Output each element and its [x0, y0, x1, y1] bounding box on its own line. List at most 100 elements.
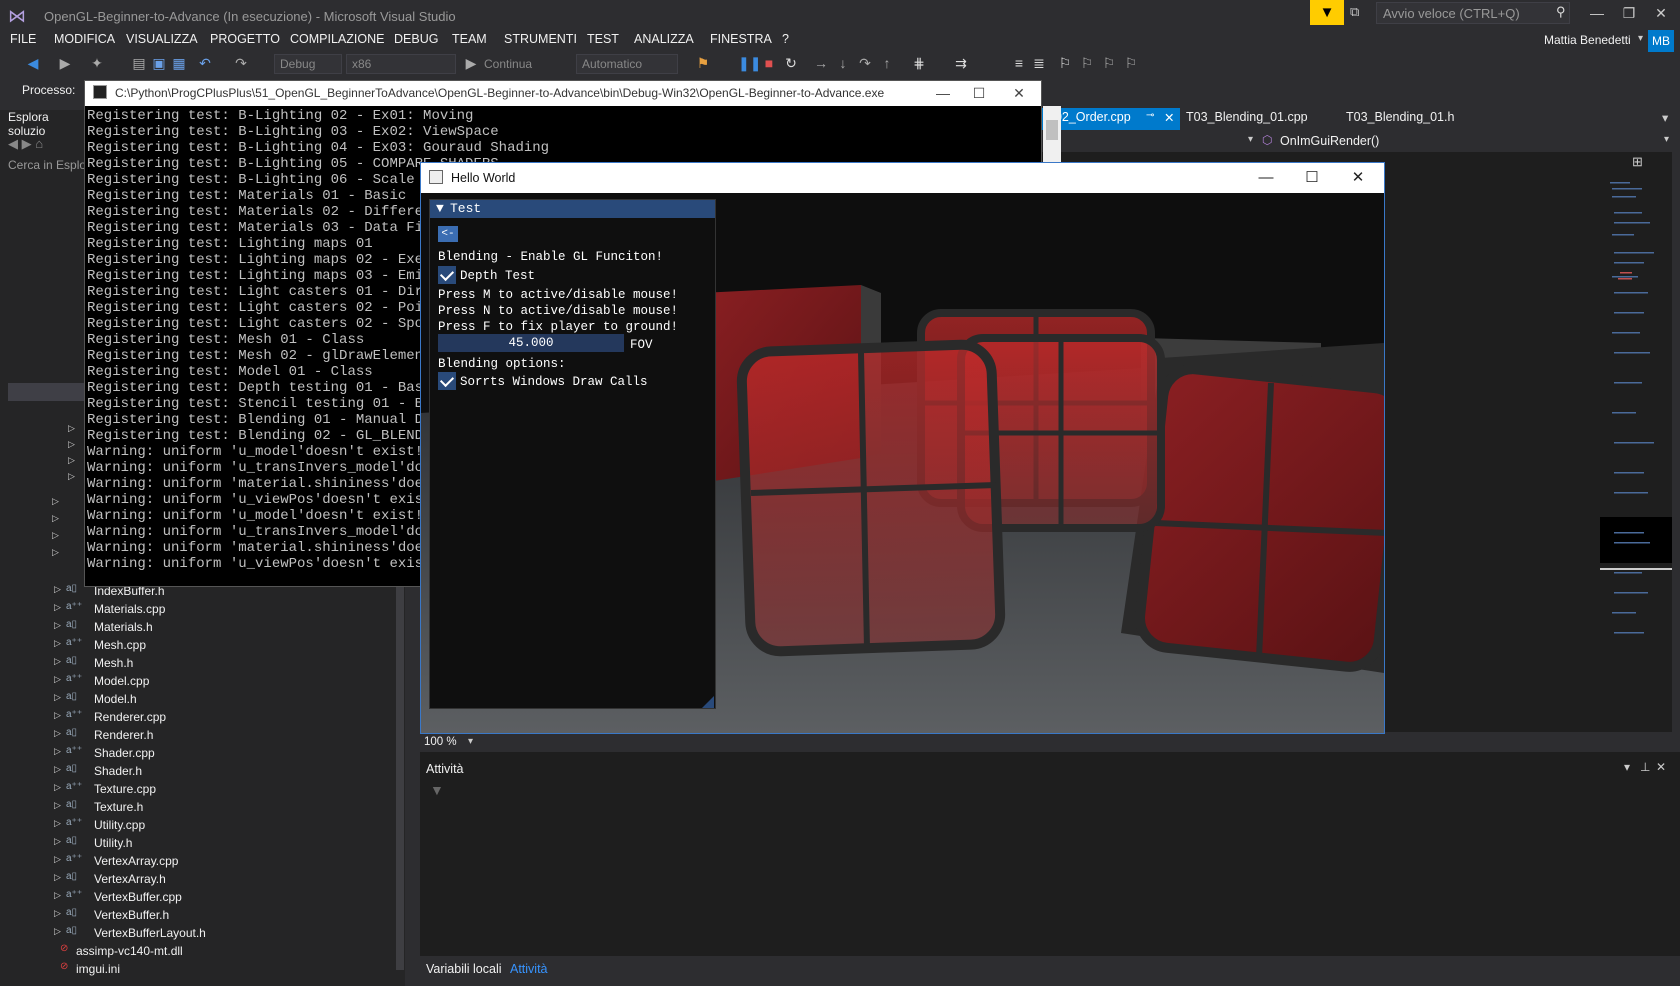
chevron-right-icon[interactable]: ▷	[54, 584, 61, 595]
chevron-right-icon[interactable]: ▷	[54, 728, 61, 739]
hello-close-button[interactable]: ✕	[1335, 163, 1381, 193]
chevron-right-icon[interactable]: ▷	[54, 692, 61, 703]
chevron-down-icon[interactable]: ▾	[468, 736, 473, 747]
menu-file[interactable]: FILE	[10, 32, 36, 46]
chevron-right-icon[interactable]: ▷	[54, 926, 61, 937]
show-next-statement-icon[interactable]: →	[812, 55, 830, 71]
close-button[interactable]: ✕	[1644, 0, 1678, 26]
solution-search-input[interactable]: Cerca in Esplo	[8, 158, 88, 178]
list-item[interactable]: ▷ a⁺⁺ Renderer.cpp	[0, 708, 400, 726]
list-item[interactable]: ▷ a▯ VertexArray.h	[0, 870, 400, 888]
list-item[interactable]: ▷ a⁺⁺ VertexArray.cpp	[0, 852, 400, 870]
uncomment-icon[interactable]: ≣	[1030, 55, 1048, 72]
hello-world-window[interactable]: Hello World — ☐ ✕ ▼ Test <- Blending - E…	[420, 162, 1385, 734]
step-out-icon[interactable]: ↑	[878, 55, 896, 71]
menu-test[interactable]: TEST	[587, 32, 619, 46]
console-close-button[interactable]: ✕	[997, 81, 1041, 106]
panel-close-icon[interactable]: ✕	[1656, 760, 1666, 774]
list-item[interactable]: ▷ a⁺⁺ Texture.cpp	[0, 780, 400, 798]
pin-icon[interactable]: ⊸	[1146, 110, 1154, 121]
split-icon[interactable]: ⊞	[1632, 154, 1643, 170]
chevron-right-icon[interactable]: ▷	[54, 764, 61, 775]
list-item[interactable]: ▷ a▯ Materials.h	[0, 618, 400, 636]
menu-help[interactable]: ?	[782, 32, 789, 46]
step-over-icon[interactable]: ↷	[856, 55, 874, 72]
continue-button[interactable]: Continua	[484, 57, 532, 71]
panel-dropdown-icon[interactable]: ▾	[1624, 760, 1630, 774]
chevron-right-icon[interactable]: ▷	[54, 638, 61, 649]
comment-icon[interactable]: ≡	[1010, 55, 1028, 71]
imgui-test-panel[interactable]: ▼ Test <- Blending - Enable GL Funciton!…	[429, 199, 716, 709]
back-icon[interactable]: ◀	[24, 55, 42, 72]
list-item[interactable]: ▷ a▯ VertexBufferLayout.h	[0, 924, 400, 942]
chevron-down-icon[interactable]: ▾	[1248, 134, 1253, 145]
stop-icon[interactable]: ■	[760, 55, 778, 71]
imgui-header[interactable]: ▼ Test	[430, 200, 715, 218]
menu-progetto[interactable]: PROGETTO	[210, 32, 280, 46]
list-item[interactable]: ▷ a▯ Mesh.h	[0, 654, 400, 672]
save-all-icon[interactable]: ▦	[170, 55, 188, 72]
tab-overflow-icon[interactable]: ▾	[1662, 110, 1668, 125]
save-icon[interactable]: ▣	[150, 55, 168, 72]
menu-debug[interactable]: DEBUG	[394, 32, 438, 46]
chevron-down-icon[interactable]: ▾	[1664, 134, 1669, 145]
forward-icon[interactable]: ▶	[56, 55, 74, 72]
list-item[interactable]: ▷ a⁺⁺ Model.cpp	[0, 672, 400, 690]
menu-strumenti[interactable]: STRUMENTI	[504, 32, 577, 46]
minimap[interactable]	[1600, 152, 1672, 732]
list-item[interactable]: ▷ a⁺⁺ Materials.cpp	[0, 600, 400, 618]
pause-icon[interactable]: ❚❚	[738, 55, 761, 72]
tab-blending-cpp[interactable]: T03_Blending_01.cpp	[1186, 110, 1308, 124]
list-item[interactable]: ▷ a⁺⁺ Shader.cpp	[0, 744, 400, 762]
chevron-right-icon[interactable]: ▷	[54, 854, 61, 865]
chevron-right-icon[interactable]: ▷	[54, 602, 61, 613]
back-button[interactable]: <-	[438, 226, 458, 242]
chevron-right-icon[interactable]: ▷	[54, 620, 61, 631]
list-item[interactable]: ▷ a⁺⁺ VertexBuffer.cpp	[0, 888, 400, 906]
bookmark-icon[interactable]: ⚐	[1056, 55, 1074, 72]
undo-icon[interactable]: ↶	[196, 55, 214, 72]
list-item[interactable]: ▷ a⁺⁺ Utility.cpp	[0, 816, 400, 834]
step-into-icon[interactable]: ↓	[834, 55, 852, 71]
chevron-down-icon[interactable]: ▾	[1638, 33, 1643, 44]
redo-icon[interactable]: ↷	[232, 55, 250, 72]
next-bookmark-icon[interactable]: ⚐	[1100, 55, 1118, 72]
new-project-icon[interactable]: ✦	[88, 55, 106, 72]
depth-test-checkbox[interactable]	[438, 266, 456, 284]
prev-bookmark-icon[interactable]: ⚐	[1078, 55, 1096, 72]
chevron-right-icon[interactable]: ▷	[54, 656, 61, 667]
back-icon[interactable]: ◀	[8, 136, 18, 151]
zoom-level[interactable]: 100 %	[424, 736, 457, 748]
menu-modifica[interactable]: MODIFICA	[54, 32, 115, 46]
quick-launch-input[interactable]: Avvio veloce (CTRL+Q)	[1376, 2, 1570, 24]
restart-icon[interactable]: ↻	[782, 55, 800, 72]
continue-icon[interactable]: ▶	[462, 55, 480, 72]
solution-explorer-scrollbar[interactable]	[396, 560, 404, 970]
console-maximize-button[interactable]: ☐	[957, 81, 1001, 106]
list-item[interactable]: ▷ a▯ Model.h	[0, 690, 400, 708]
list-item[interactable]: ▷ a▯ Shader.h	[0, 762, 400, 780]
chevron-right-icon[interactable]: ▷	[54, 800, 61, 811]
clear-bookmarks-icon[interactable]: ⚐	[1122, 55, 1140, 72]
hello-maximize-button[interactable]: ☐	[1289, 163, 1335, 193]
menu-analizza[interactable]: ANALIZZA	[634, 32, 694, 46]
avatar[interactable]: MB	[1648, 30, 1674, 52]
chevron-right-icon[interactable]: ▷	[54, 836, 61, 847]
menu-compilazione[interactable]: COMPILAZIONE	[290, 32, 384, 46]
collapse-triangle-icon[interactable]: ▼	[436, 201, 444, 216]
chevron-right-icon[interactable]: ▷	[54, 746, 61, 757]
open-icon[interactable]: ▤	[130, 55, 148, 72]
hex-icon[interactable]: ⋕	[910, 55, 928, 72]
home-icon[interactable]: ⌂	[35, 136, 43, 151]
tab-variabili-locali[interactable]: Variabili locali	[426, 962, 502, 976]
close-tab-icon[interactable]: ✕	[1164, 110, 1174, 125]
process-icon[interactable]: ⚑	[694, 55, 712, 72]
thread-icon[interactable]: ⇉	[952, 55, 970, 72]
chevron-right-icon[interactable]: ▷	[54, 818, 61, 829]
auto-select[interactable]: Automatico	[576, 54, 678, 74]
user-name[interactable]: Mattia Benedetti	[1544, 33, 1631, 47]
chevron-right-icon[interactable]: ▷	[54, 890, 61, 901]
fov-slider[interactable]: 45.000	[438, 334, 624, 352]
resize-grip-icon[interactable]	[702, 696, 714, 708]
restore-button[interactable]: ❐	[1612, 0, 1646, 26]
